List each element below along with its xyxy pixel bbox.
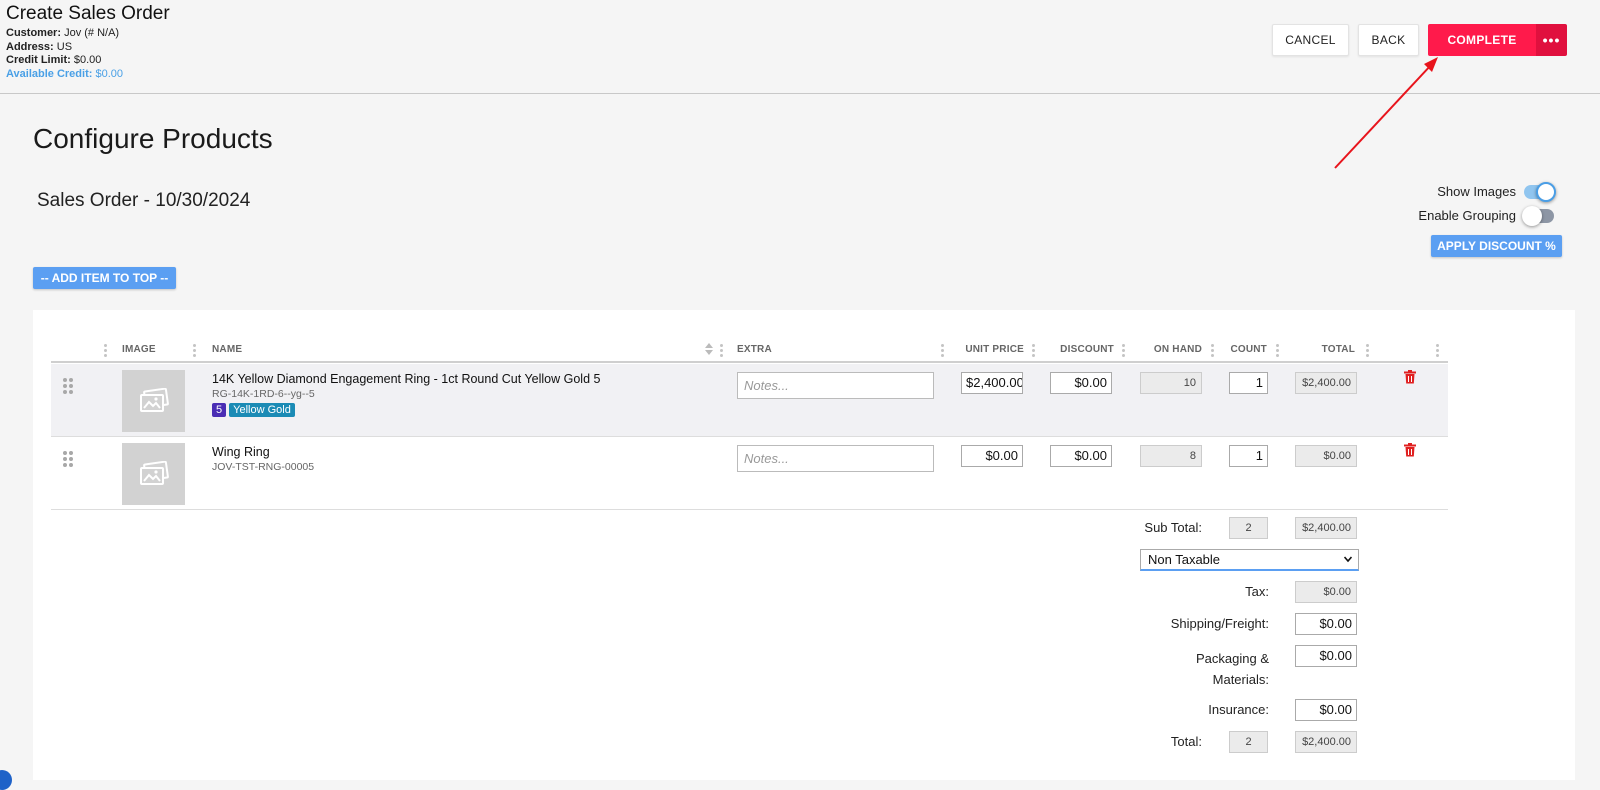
delete-icon[interactable]	[1404, 370, 1416, 384]
col-header-extra[interactable]: EXTRA	[737, 344, 772, 355]
complete-button[interactable]: COMPLETE	[1428, 24, 1536, 56]
col-header-on-hand[interactable]: ON HAND	[1131, 344, 1202, 355]
enable-grouping-row: Enable Grouping	[1418, 205, 1554, 226]
product-badges: 5 Yellow Gold	[212, 403, 295, 417]
col-header-unit-price[interactable]: UNIT PRICE	[951, 344, 1024, 355]
enable-grouping-label: Enable Grouping	[1418, 208, 1516, 223]
show-images-toggle[interactable]	[1524, 181, 1556, 202]
add-item-to-top-button[interactable]: -- ADD ITEM TO TOP --	[33, 267, 176, 289]
sub-total-count: 2	[1229, 517, 1268, 539]
order-subtitle: Sales Order - 10/30/2024	[37, 190, 251, 211]
total-label: Total:	[1170, 734, 1202, 749]
product-image-placeholder	[122, 443, 185, 505]
size-badge: 5	[212, 403, 227, 417]
sort-icon[interactable]	[705, 343, 713, 355]
product-sku: JOV-TST-RNG-00005	[212, 461, 315, 473]
count-input[interactable]: 1	[1229, 445, 1268, 467]
more-options-button[interactable]: •••	[1536, 24, 1567, 56]
packaging-label-line1: Packaging &	[1196, 651, 1269, 666]
packaging-input[interactable]: $0.00	[1295, 645, 1357, 667]
show-images-label: Show Images	[1437, 184, 1516, 199]
unit-price-input[interactable]: $0.00	[961, 445, 1023, 467]
packaging-label: Packaging & Materials:	[1130, 648, 1269, 690]
available-credit-value: $0.00	[95, 67, 123, 80]
credit-limit-label: Credit Limit:	[6, 54, 71, 66]
on-hand-value: 10	[1140, 372, 1202, 394]
product-name[interactable]: Wing Ring	[212, 445, 270, 459]
table-row: 14K Yellow Diamond Engagement Ring - 1ct…	[51, 364, 1448, 437]
on-hand-value: 8	[1140, 445, 1202, 467]
tax-select-value: Non Taxable	[1148, 552, 1221, 567]
page-header-title: Create Sales Order	[6, 3, 170, 24]
col-header-discount[interactable]: DISCOUNT	[1041, 344, 1114, 355]
table-row: Wing Ring JOV-TST-RNG-00005 Notes... $0.…	[51, 437, 1448, 510]
line-total-value: $2,400.00	[1295, 372, 1357, 394]
tax-label: Tax:	[1245, 584, 1269, 599]
credit-limit-value: $0.00	[73, 54, 102, 66]
discount-input[interactable]: $0.00	[1050, 445, 1112, 467]
address-label: Address:	[6, 40, 54, 53]
customer-info: Customer: Jov (# N/A) Address: US Credit…	[6, 27, 123, 81]
customer-value: Jov (# N/A)	[64, 27, 120, 39]
customer-label: Customer:	[6, 27, 62, 39]
sub-total-value: $2,400.00	[1295, 517, 1357, 539]
shipping-label: Shipping/Freight:	[1170, 616, 1269, 631]
discount-input[interactable]: $0.00	[1050, 372, 1112, 394]
notes-input[interactable]: Notes...	[737, 445, 934, 472]
notes-input[interactable]: Notes...	[737, 372, 934, 399]
unit-price-input[interactable]: $2,400.00	[961, 372, 1023, 394]
table-header: IMAGE NAME EXTRA UNIT PRICE DISCOUNT ON …	[51, 338, 1448, 363]
image-placeholder-icon	[139, 388, 169, 412]
sub-total-label: Sub Total:	[1144, 520, 1202, 535]
product-name[interactable]: 14K Yellow Diamond Engagement Ring - 1ct…	[212, 372, 600, 386]
packaging-label-line2: Materials:	[1212, 672, 1269, 687]
tax-value: $0.00	[1295, 581, 1357, 603]
chevron-down-icon	[1344, 556, 1352, 563]
show-images-row: Show Images	[1437, 181, 1556, 202]
back-button[interactable]: BACK	[1358, 24, 1419, 56]
address-value: US	[56, 40, 73, 53]
col-header-total[interactable]: TOTAL	[1285, 344, 1355, 355]
drag-handle-icon[interactable]	[63, 378, 73, 394]
col-header-image[interactable]: IMAGE	[122, 344, 156, 355]
shipping-input[interactable]: $0.00	[1295, 613, 1357, 635]
tax-select[interactable]: Non Taxable	[1140, 549, 1359, 571]
metal-badge: Yellow Gold	[229, 403, 295, 417]
insurance-input[interactable]: $0.00	[1295, 699, 1357, 721]
delete-icon[interactable]	[1404, 443, 1416, 457]
count-input[interactable]: 1	[1229, 372, 1268, 394]
chat-widget-button[interactable]	[0, 770, 12, 790]
insurance-label: Insurance:	[1208, 702, 1269, 717]
product-sku: RG-14K-1RD-6--yg--5	[212, 388, 315, 400]
line-total-value: $0.00	[1295, 445, 1357, 467]
drag-handle-icon[interactable]	[63, 451, 73, 467]
total-count: 2	[1229, 731, 1268, 753]
available-credit-label: Available Credit:	[6, 67, 93, 80]
page-title: Configure Products	[33, 123, 273, 154]
product-image-placeholder	[122, 370, 185, 432]
page-header: Create Sales Order Customer: Jov (# N/A)…	[0, 0, 1600, 94]
cancel-button[interactable]: CANCEL	[1272, 24, 1349, 56]
col-header-count[interactable]: COUNT	[1219, 344, 1267, 355]
apply-discount-button[interactable]: APPLY DISCOUNT %	[1431, 235, 1562, 257]
grand-total-value: $2,400.00	[1295, 731, 1357, 753]
col-header-name[interactable]: NAME	[212, 344, 242, 355]
enable-grouping-toggle[interactable]	[1522, 205, 1554, 226]
image-placeholder-icon	[139, 461, 169, 485]
